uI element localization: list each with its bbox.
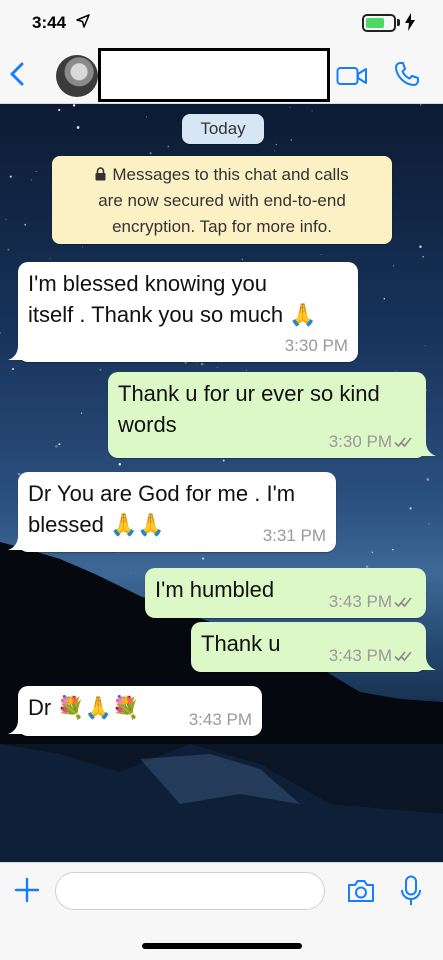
message-text: Dr You are God for me . I'm bbox=[28, 481, 296, 506]
message-meta: 3:43 PM bbox=[329, 646, 416, 666]
bubble-tail bbox=[422, 442, 436, 456]
message-bubble-outgoing[interactable]: Thank u for ur ever so kind words 3:30 P… bbox=[108, 372, 426, 458]
plus-icon[interactable] bbox=[14, 877, 40, 903]
message-time: 3:43 PM bbox=[328, 592, 392, 611]
message-bubble-incoming[interactable]: Dr You are God for me . I'm blessed 🙏🙏 3… bbox=[18, 472, 336, 552]
message-input[interactable] bbox=[55, 872, 325, 910]
bubble-tail bbox=[422, 656, 436, 670]
contact-name[interactable] bbox=[98, 48, 330, 102]
battery-level bbox=[366, 18, 384, 28]
camera-icon[interactable] bbox=[346, 878, 376, 904]
encryption-line-1: Messages to this chat and calls bbox=[112, 165, 349, 184]
message-time: 3:31 PM bbox=[262, 526, 326, 545]
message-time: 3:43 PM bbox=[188, 710, 252, 729]
location-arrow-icon bbox=[76, 14, 90, 28]
encryption-notice[interactable]: Messages to this chat and calls are now … bbox=[52, 156, 392, 244]
chat-header bbox=[0, 44, 443, 104]
encryption-line-2: are now secured with end-to-end bbox=[98, 191, 346, 210]
message-time: 3:30 PM bbox=[284, 336, 348, 355]
microphone-icon[interactable] bbox=[400, 875, 422, 907]
status-time: 3:44 bbox=[32, 13, 67, 32]
avatar[interactable] bbox=[56, 55, 98, 97]
bubble-tail bbox=[8, 346, 22, 360]
read-ticks-icon bbox=[394, 437, 412, 448]
lock-icon bbox=[95, 167, 106, 181]
message-bubble-outgoing[interactable]: Thank u 3:43 PM bbox=[191, 622, 426, 672]
home-indicator bbox=[142, 943, 302, 949]
video-camera-icon[interactable] bbox=[336, 65, 368, 87]
read-ticks-icon bbox=[394, 597, 412, 608]
message-time: 3:30 PM bbox=[328, 432, 392, 451]
message-time: 3:43 PM bbox=[328, 646, 392, 665]
chevron-left-icon[interactable] bbox=[8, 62, 28, 86]
chat-area[interactable]: Today Messages to this chat and calls ar… bbox=[0, 104, 443, 862]
message-bubble-incoming[interactable]: Dr 💐🙏💐 3:43 PM bbox=[18, 686, 262, 736]
encryption-line-3: encryption. Tap for more info. bbox=[112, 217, 332, 236]
message-meta: 3:30 PM bbox=[329, 432, 416, 452]
battery-cap bbox=[397, 19, 400, 26]
charging-bolt-icon bbox=[405, 13, 415, 31]
battery-icon bbox=[362, 14, 396, 32]
bubble-tail bbox=[8, 720, 22, 734]
status-bar: 3:44 bbox=[0, 0, 443, 44]
message-text: I'm blessed knowing you bbox=[28, 271, 267, 296]
message-bubble-incoming[interactable]: I'm blessed knowing you itself . Thank y… bbox=[18, 262, 358, 362]
read-ticks-icon bbox=[394, 651, 412, 662]
message-meta: 3:43 PM bbox=[329, 592, 416, 612]
bubble-tail bbox=[8, 536, 22, 550]
message-text: Thank u for ur ever so kind bbox=[118, 381, 380, 406]
phone-icon[interactable] bbox=[394, 61, 420, 87]
message-text: itself . Thank you so much 🙏 bbox=[28, 302, 317, 327]
date-label: Today bbox=[182, 114, 264, 144]
message-bubble-outgoing[interactable]: I'm humbled 3:43 PM bbox=[145, 568, 426, 618]
